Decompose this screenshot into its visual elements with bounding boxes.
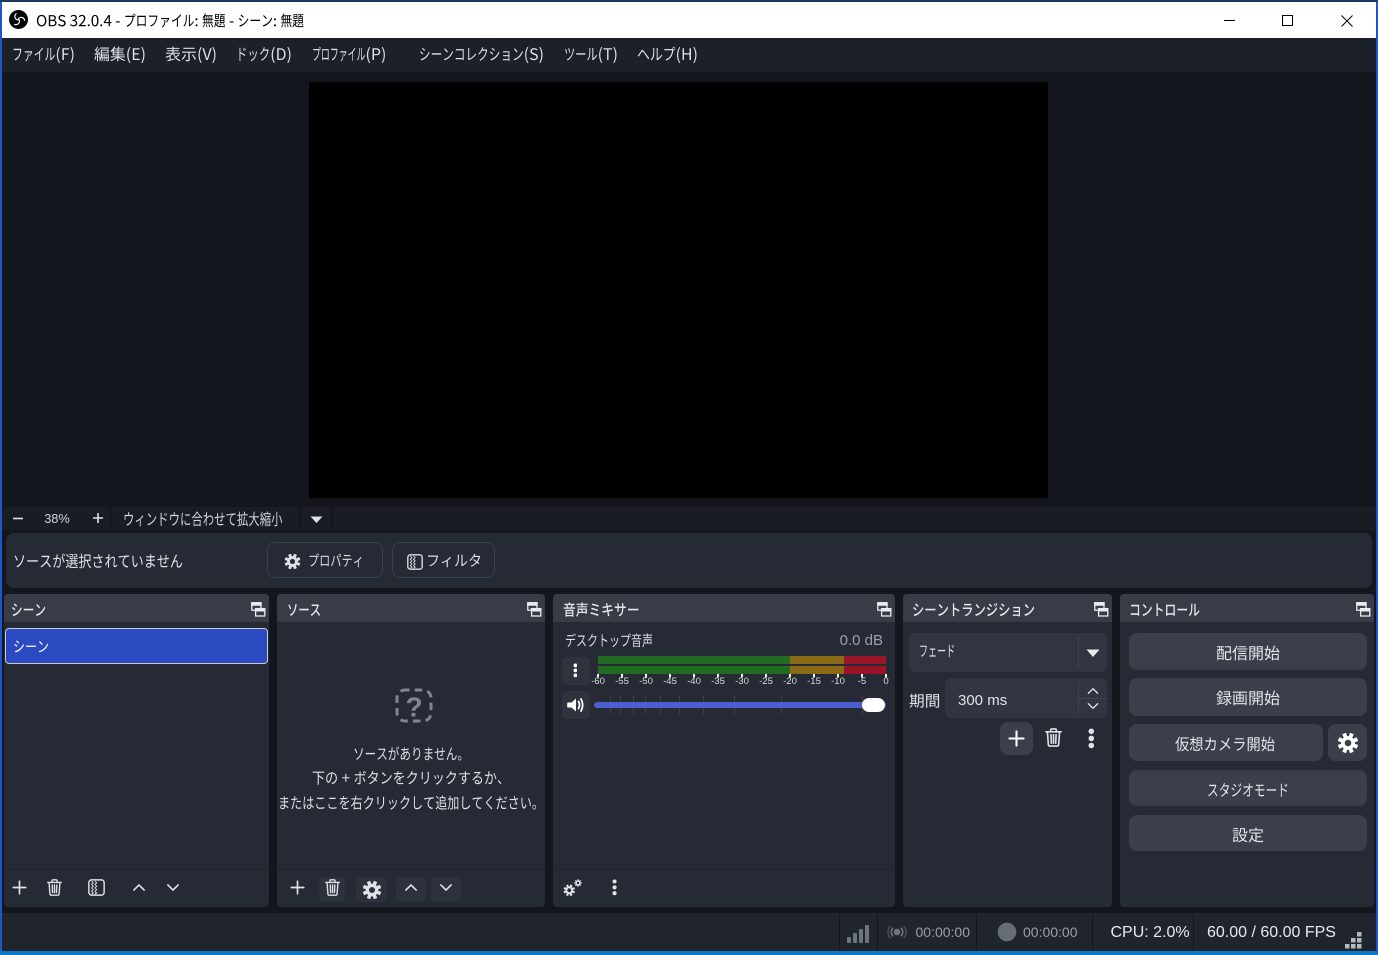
svg-text:?: ? (405, 692, 422, 723)
